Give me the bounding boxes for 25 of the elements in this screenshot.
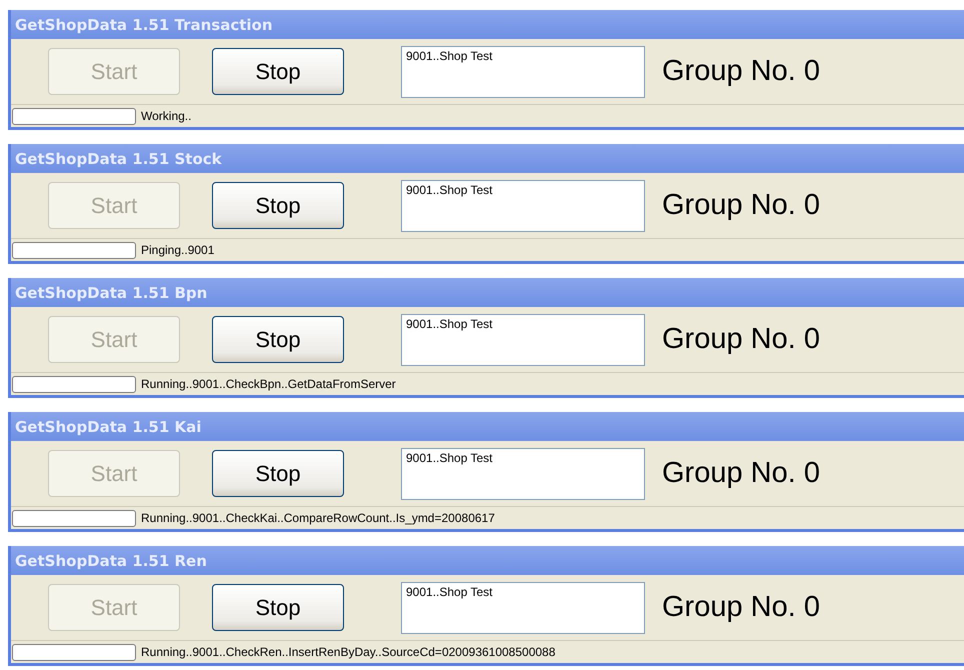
group-label: Group No. 0 (662, 55, 820, 88)
status-text: Running..9001..CheckKai..CompareRowCount..Is_ymd=20080617 (141, 511, 495, 525)
group-label: Group No. 0 (662, 189, 820, 222)
status-text: Running..9001..CheckBpn..GetDataFromServer (141, 377, 396, 391)
status-text: Pinging..9001 (141, 243, 214, 257)
shop-field[interactable]: 9001..Shop Test (401, 314, 645, 366)
group-label: Group No. 0 (662, 457, 820, 490)
action-button[interactable]: Stop (212, 48, 344, 95)
status-text: Working.. (141, 109, 192, 123)
action-button[interactable]: Stop (212, 316, 344, 363)
shop-field[interactable]: 9001..Shop Test (401, 46, 645, 98)
shop-field[interactable]: 9001..Shop Test (401, 448, 645, 500)
shop-field[interactable]: 9001..Shop Test (401, 180, 645, 232)
window-title: GetShopData 1.51 Bpn (11, 278, 964, 307)
window-title: GetShopData 1.51 Ren (11, 546, 964, 575)
action-button[interactable]: Stop (212, 450, 344, 497)
action-button[interactable]: Stop (212, 584, 344, 631)
window-title: GetShopData 1.51 Stock (11, 144, 964, 173)
window-title: GetShopData 1.51 Transaction (11, 10, 964, 39)
group-label: Group No. 0 (662, 591, 820, 624)
status-text: Running..9001..CheckRen..InsertRenByDay..SourceCd=02009361008500088 (141, 645, 556, 659)
shop-field[interactable]: 9001..Shop Test (401, 582, 645, 634)
action-button[interactable]: Stop (212, 182, 344, 229)
window-title: GetShopData 1.51 Kai (11, 412, 964, 441)
group-label: Group No. 0 (662, 323, 820, 356)
